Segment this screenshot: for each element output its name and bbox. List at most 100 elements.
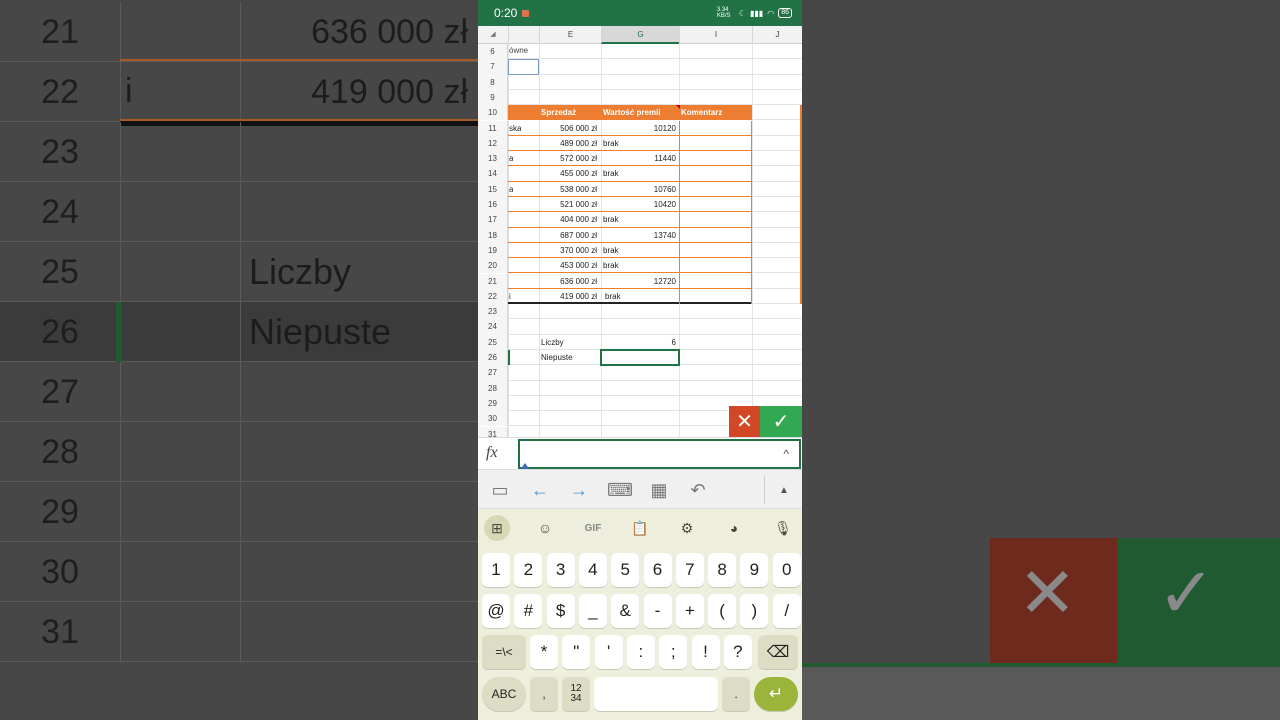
summary-label[interactable]: Niepuste bbox=[541, 353, 573, 362]
bg-formula-bar bbox=[802, 663, 1280, 720]
row-number[interactable]: 13 bbox=[478, 151, 508, 167]
row-number[interactable]: 17 bbox=[478, 212, 508, 228]
key[interactable]: ) bbox=[740, 594, 769, 628]
bg-cell-text: Liczby bbox=[240, 242, 478, 302]
row-number[interactable]: 23 bbox=[478, 304, 508, 320]
row-number[interactable]: 21 bbox=[478, 273, 508, 289]
speed-label: 3.34 KB/S bbox=[716, 7, 731, 19]
key[interactable]: 4 bbox=[578, 553, 607, 587]
row-number[interactable]: 12 bbox=[478, 135, 508, 152]
confirm-button[interactable]: ✓ bbox=[760, 406, 802, 437]
key[interactable]: ( bbox=[708, 594, 737, 628]
arrow-right-icon[interactable]: → bbox=[567, 478, 591, 502]
row-number[interactable]: 30 bbox=[478, 411, 508, 427]
key[interactable]: $ bbox=[546, 594, 575, 628]
settings-icon[interactable]: ⚙ bbox=[674, 515, 700, 541]
key[interactable]: ; bbox=[659, 635, 688, 669]
row-number[interactable]: 10 bbox=[478, 105, 508, 121]
key[interactable]: " bbox=[562, 635, 591, 669]
row-number[interactable]: 29 bbox=[478, 395, 508, 412]
key[interactable]: 8 bbox=[708, 553, 737, 587]
bg-cell-money: 419 000 zł bbox=[311, 72, 468, 111]
key[interactable]: ? bbox=[723, 635, 752, 669]
select-all-corner[interactable]: ◢ bbox=[478, 26, 508, 44]
summary-label[interactable]: Liczby bbox=[541, 338, 564, 347]
period-key[interactable]: . bbox=[722, 677, 750, 711]
cell-row6[interactable]: ówne bbox=[509, 46, 528, 55]
key[interactable]: 6 bbox=[643, 553, 672, 587]
row-number[interactable]: 28 bbox=[478, 380, 508, 396]
active-cell-g26[interactable] bbox=[600, 349, 680, 367]
key[interactable]: / bbox=[772, 594, 801, 628]
key[interactable]: ' bbox=[594, 635, 623, 669]
row-number[interactable]: 26 bbox=[478, 350, 508, 366]
undo-icon[interactable]: ↶ bbox=[686, 478, 710, 502]
keyboard-icon[interactable]: ⌨ bbox=[607, 478, 633, 502]
header-comment[interactable]: Komentarz bbox=[681, 108, 722, 117]
cell-row7-box[interactable] bbox=[508, 59, 539, 75]
key[interactable]: @ bbox=[482, 594, 510, 628]
key[interactable]: 7 bbox=[675, 553, 704, 587]
backspace-key[interactable]: ⌫ bbox=[758, 635, 798, 669]
key[interactable]: =\< bbox=[482, 635, 526, 669]
calendar-icon[interactable]: ▦ bbox=[647, 478, 671, 502]
spreadsheet-grid[interactable]: ◢ E G I J 6 7 8 9 10 11 12 13 14 15 16 17 18 19 20 21 22… bbox=[478, 26, 802, 438]
row-number[interactable]: 6 bbox=[478, 44, 508, 60]
row-number[interactable]: 19 bbox=[478, 242, 508, 259]
row-number[interactable]: 15 bbox=[478, 181, 508, 197]
row-number[interactable]: 7 bbox=[478, 59, 508, 75]
apps-grid-icon[interactable]: ⊞ bbox=[484, 515, 510, 541]
key[interactable]: 3 bbox=[546, 553, 575, 587]
cancel-button[interactable]: ✕ bbox=[729, 406, 760, 437]
key[interactable]: : bbox=[626, 635, 655, 669]
bg-row: 25 Liczby bbox=[0, 242, 478, 302]
expand-caret-icon[interactable]: ^ bbox=[783, 447, 789, 461]
header-bonus[interactable]: Wartość premii bbox=[603, 108, 661, 117]
numpad-key[interactable]: 12 34 bbox=[562, 677, 590, 711]
gif-button[interactable]: GIF bbox=[580, 515, 606, 541]
abc-key[interactable]: ABC bbox=[482, 677, 526, 711]
key[interactable]: 1 bbox=[482, 553, 510, 587]
key[interactable]: 9 bbox=[740, 553, 769, 587]
key[interactable]: 5 bbox=[611, 553, 640, 587]
row-number[interactable]: 18 bbox=[478, 227, 508, 243]
key[interactable]: - bbox=[643, 594, 672, 628]
screen-icon[interactable]: ▭ bbox=[488, 478, 512, 502]
fx-label[interactable]: fx bbox=[486, 444, 498, 462]
column-header-partial[interactable] bbox=[508, 26, 539, 44]
row-number[interactable]: 8 bbox=[478, 74, 508, 90]
row-number[interactable]: 24 bbox=[478, 319, 508, 335]
key[interactable]: ! bbox=[691, 635, 720, 669]
key[interactable]: + bbox=[675, 594, 704, 628]
expand-up-icon[interactable]: ▲ bbox=[772, 478, 796, 502]
column-header-g[interactable]: G bbox=[601, 26, 679, 44]
row-number[interactable]: 22 bbox=[478, 288, 508, 305]
row-number[interactable]: 25 bbox=[478, 334, 508, 350]
row-number[interactable]: 20 bbox=[478, 258, 508, 274]
column-header-e[interactable]: E bbox=[539, 26, 601, 44]
key[interactable]: 2 bbox=[514, 553, 543, 587]
key[interactable]: 0 bbox=[772, 553, 801, 587]
header-sales[interactable]: Sprzedaż bbox=[541, 108, 576, 117]
row-number[interactable]: 9 bbox=[478, 89, 508, 106]
row-number[interactable]: 11 bbox=[478, 120, 508, 136]
formula-input[interactable]: ^ bbox=[518, 439, 801, 469]
row-number[interactable]: 16 bbox=[478, 197, 508, 213]
column-header-i[interactable]: I bbox=[679, 26, 752, 44]
column-header-j[interactable]: J bbox=[752, 26, 802, 44]
comma-key[interactable]: , bbox=[530, 677, 558, 711]
key[interactable]: & bbox=[611, 594, 640, 628]
mic-icon[interactable]: 🎙 bbox=[770, 515, 796, 541]
key[interactable]: * bbox=[530, 635, 558, 669]
enter-key[interactable]: ↵ bbox=[754, 677, 798, 711]
sticker-icon[interactable]: ☺ bbox=[532, 515, 558, 541]
row-number[interactable]: 14 bbox=[478, 166, 508, 182]
arrow-left-icon[interactable]: ← bbox=[528, 478, 552, 502]
key[interactable]: _ bbox=[578, 594, 607, 628]
summary-value[interactable]: 6 bbox=[601, 338, 676, 347]
clipboard-icon[interactable]: 📋 bbox=[627, 515, 653, 541]
palette-icon[interactable]: ◕ bbox=[721, 515, 747, 541]
row-number[interactable]: 27 bbox=[478, 365, 508, 381]
space-key[interactable] bbox=[594, 677, 718, 711]
key[interactable]: # bbox=[514, 594, 543, 628]
